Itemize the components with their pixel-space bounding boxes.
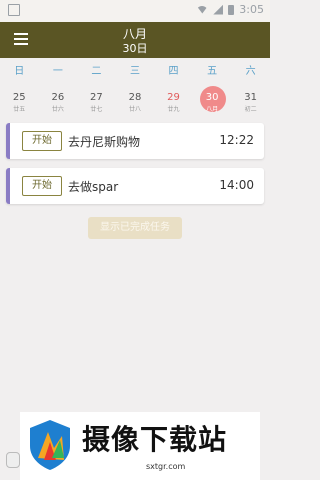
task-accent-bar [6,168,10,204]
weekday-label: 日 [14,66,25,77]
task-item[interactable]: 开始 去丹尼斯购物 12:22 [6,123,264,159]
watermark-logo-icon [30,420,70,470]
watermark-url: sxtgr.com [146,462,186,471]
date-number: 31 [244,92,258,103]
date-cell[interactable]: 28 廿八 [116,86,155,118]
date-number: 30 [205,92,219,103]
app-bar: 八月 30日 [0,22,270,58]
lunar-date: 廿七 [90,106,103,113]
weekday-label: 二 [91,66,102,77]
battery-icon [228,4,235,15]
lunar-date: 初二 [244,106,257,113]
start-button[interactable]: 开始 [22,176,62,196]
lunar-date: 廿六 [51,106,64,113]
date-cell[interactable]: 25 廿五 [0,86,39,118]
weekday-label: 四 [168,66,179,77]
watermark-title: 摄像下载站 [82,423,228,456]
task-time: 14:00 [219,178,254,192]
date-number: 26 [51,92,65,103]
task-title: 去丹尼斯购物 [68,135,141,149]
date-number: 29 [167,92,180,103]
date-number: 28 [128,92,142,103]
date-cell-today[interactable]: 30 八月 [193,86,232,118]
lunar-date: 廿八 [128,106,141,113]
lunar-date: 廿九 [167,106,180,113]
date-row: 25 廿五 26 廿六 27 廿七 28 廿八 29 廿九 30 八月 31 初… [0,86,270,118]
wifi-icon [196,5,209,14]
day-subtitle: 30日 [122,42,148,55]
lunar-date: 八月 [206,106,219,113]
weekday-label: 六 [245,66,256,77]
show-completed-button[interactable]: 显示已完成任务 [88,217,182,239]
floating-icon[interactable] [6,452,20,468]
start-button[interactable]: 开始 [22,131,62,151]
status-time: 3:05 [239,3,264,16]
date-number: 27 [90,92,103,103]
weekday-label: 五 [207,66,218,77]
date-cell[interactable]: 31 初二 [231,86,270,118]
task-time: 12:22 [219,133,254,147]
task-item[interactable]: 开始 去做spar 14:00 [6,168,264,204]
weekday-row: 日 一 二 三 四 五 六 [0,62,270,77]
signal-icon [213,4,224,15]
date-cell[interactable]: 27 廿七 [77,86,116,118]
status-icons: 3:05 [196,3,264,16]
watermark-banner: 摄像下载站 sxtgr.com [20,412,260,480]
date-number: 25 [12,92,26,103]
task-accent-bar [6,123,10,159]
status-bar: 3:05 [0,0,270,22]
task-title: 去做spar [68,180,119,194]
date-cell[interactable]: 26 廿六 [39,86,78,118]
notification-image-icon [8,4,20,16]
weekday-label: 三 [129,66,140,77]
date-cell[interactable]: 29 廿九 [154,86,193,118]
lunar-date: 廿五 [13,106,26,113]
weekday-label: 一 [52,66,63,77]
